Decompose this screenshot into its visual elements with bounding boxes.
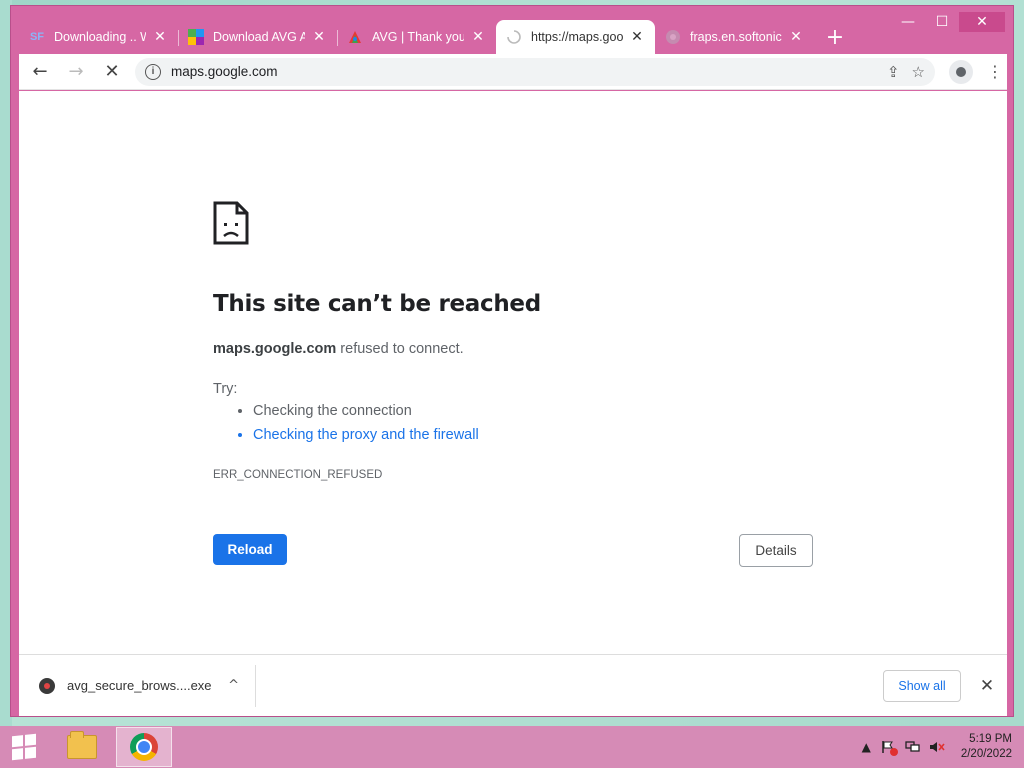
stop-loading-button[interactable]: ✕ xyxy=(97,57,127,87)
tab-close-icon[interactable]: ✕ xyxy=(629,29,645,45)
tab-close-icon[interactable]: ✕ xyxy=(311,29,327,45)
forward-button[interactable]: → xyxy=(61,57,91,87)
browser-toolbar: ← → ✕ i maps.google.com ⇪ ☆ ⋮ xyxy=(19,54,1007,90)
tab-maps-google[interactable]: https://maps.goog ✕ xyxy=(496,20,655,54)
error-message: maps.google.com refused to connect. xyxy=(213,341,464,357)
chrome-taskbar-button[interactable] xyxy=(116,727,172,767)
back-button[interactable]: ← xyxy=(25,57,55,87)
volume-muted-icon[interactable] xyxy=(929,740,945,754)
suggestion-check-proxy-link[interactable]: Checking the proxy and the firewall xyxy=(253,427,479,443)
chevron-up-icon[interactable]: ^ xyxy=(228,678,239,693)
tab-title: fraps.en.softonic. xyxy=(690,30,782,44)
tab-downloading[interactable]: SF Downloading .. W ✕ xyxy=(19,20,178,54)
error-host: maps.google.com xyxy=(213,341,337,357)
download-item[interactable]: avg_secure_brows....exe ^ xyxy=(19,664,256,707)
title-bar: SF Downloading .. W ✕ Download AVG A ✕ A… xyxy=(11,6,1013,56)
details-button[interactable]: Details xyxy=(739,534,813,567)
action-center-flag-icon[interactable] xyxy=(881,740,898,756)
tab-avg-thank-you[interactable]: AVG | Thank you f ✕ xyxy=(337,20,496,54)
minimize-button[interactable]: — xyxy=(891,12,925,32)
show-hidden-icons-chevron-icon[interactable]: ▲ xyxy=(862,740,871,754)
tab-download-avg[interactable]: Download AVG A ✕ xyxy=(178,20,337,54)
page-content: This site can’t be reached maps.google.c… xyxy=(19,91,1007,654)
file-explorer-taskbar-button[interactable] xyxy=(54,727,110,767)
folder-icon xyxy=(67,731,97,759)
close-download-shelf-icon[interactable]: ✕ xyxy=(967,676,1007,696)
globe-icon xyxy=(665,29,681,45)
suggestion-check-connection: Checking the connection xyxy=(253,403,479,419)
download-file-name[interactable]: avg_secure_brows....exe xyxy=(67,678,212,693)
site-info-icon[interactable]: i xyxy=(145,63,161,80)
clock[interactable]: 5:19 PM 2/20/2022 xyxy=(961,732,1012,762)
address-bar[interactable]: i maps.google.com ⇪ ☆ xyxy=(135,57,935,86)
browser-menu-icon[interactable]: ⋮ xyxy=(987,62,1003,81)
chrome-icon xyxy=(130,733,158,761)
tab-title: https://maps.goog xyxy=(531,30,623,44)
tab-title: AVG | Thank you f xyxy=(372,30,464,44)
url-text[interactable]: maps.google.com xyxy=(171,64,278,79)
tab-close-icon[interactable]: ✕ xyxy=(152,29,168,45)
loading-spinner-icon xyxy=(506,29,522,45)
tab-strip: SF Downloading .. W ✕ Download AVG A ✕ A… xyxy=(19,20,850,54)
avg-download-icon xyxy=(188,29,204,45)
tab-fraps-softonic[interactable]: fraps.en.softonic. ✕ xyxy=(655,20,814,54)
avg-installer-icon xyxy=(39,677,55,694)
maximize-button[interactable]: ☐ xyxy=(925,12,959,32)
try-label: Try: xyxy=(213,381,238,397)
close-window-button[interactable]: ✕ xyxy=(959,12,1005,32)
clock-time: 5:19 PM xyxy=(969,733,1012,745)
avg-icon xyxy=(347,29,363,45)
windows-logo-icon xyxy=(12,733,36,761)
network-icon[interactable] xyxy=(905,740,920,754)
error-message-text: refused to connect. xyxy=(336,341,464,357)
clock-date: 2/20/2022 xyxy=(960,748,1012,760)
download-shelf: avg_secure_brows....exe ^ Show all ✕ xyxy=(19,654,1007,716)
new-tab-button[interactable]: + xyxy=(820,22,850,52)
sf-favicon-icon: SF xyxy=(29,31,45,43)
browser-window: SF Downloading .. W ✕ Download AVG A ✕ A… xyxy=(10,5,1014,717)
error-title: This site can’t be reached xyxy=(213,291,541,317)
window-controls: — ☐ ✕ xyxy=(891,12,1005,32)
tab-title: Download AVG A xyxy=(213,30,305,44)
tab-close-icon[interactable]: ✕ xyxy=(788,29,804,45)
profile-icon xyxy=(956,66,966,77)
error-code: ERR_CONNECTION_REFUSED xyxy=(213,469,383,481)
show-all-button[interactable]: Show all xyxy=(883,669,961,702)
tab-title: Downloading .. W xyxy=(54,30,146,44)
bookmark-star-icon[interactable]: ☆ xyxy=(912,63,925,81)
taskbar: ▲ 5:19 PM 2/20/2022 xyxy=(0,726,1024,768)
suggestion-list: Checking the connection Checking the pro… xyxy=(253,403,479,451)
tab-close-icon[interactable]: ✕ xyxy=(470,29,486,45)
profile-avatar[interactable] xyxy=(949,59,973,84)
start-button[interactable] xyxy=(0,726,48,768)
reload-button[interactable]: Reload xyxy=(213,534,287,565)
system-tray: ▲ 5:19 PM 2/20/2022 xyxy=(862,732,1024,762)
sad-page-icon xyxy=(213,201,249,250)
share-icon[interactable]: ⇪ xyxy=(887,63,900,81)
